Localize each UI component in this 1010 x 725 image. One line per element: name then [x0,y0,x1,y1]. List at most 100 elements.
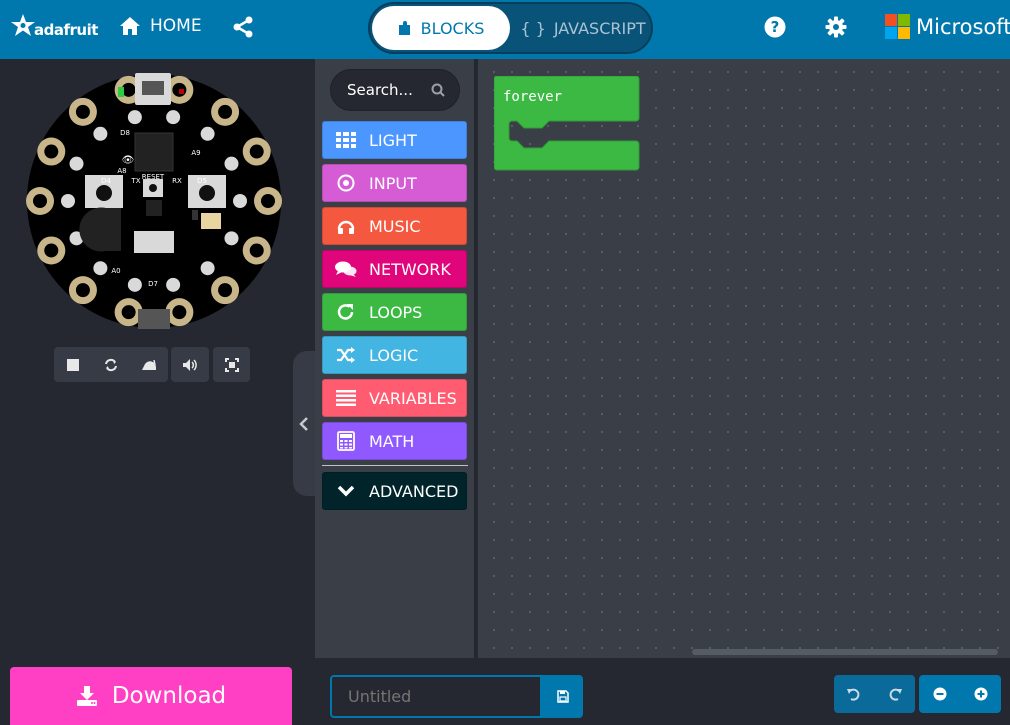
forever-block[interactable]: forever [493,75,640,175]
fullscreen-icon [224,357,239,372]
board-neopixel[interactable] [69,156,84,171]
simulator-panel: 👁 D8 A9 A8 D4 TX RESET RX D5 A0 D7 [0,59,315,658]
headphones-icon [323,218,369,234]
category-label: LOOPS [369,302,423,322]
adafruit-logo[interactable]: adafruit [10,13,98,39]
category-input[interactable]: INPUT [322,164,467,202]
category-label: LOGIC [369,345,419,365]
category-label: MATH [369,431,415,451]
mute-group [171,347,209,382]
board-pad-hole [249,243,264,258]
tab-javascript[interactable]: { } JAVASCRIPT [518,6,648,50]
calculator-icon [323,431,369,451]
home-button[interactable]: HOME [119,16,202,36]
category-loops[interactable]: LOOPS [322,293,467,331]
board-neopixel[interactable] [200,261,215,276]
workspace-horizontal-scrollbar[interactable] [692,649,998,655]
share-button[interactable] [232,16,254,42]
board-pad-hole [75,283,90,298]
category-math[interactable]: MATH [322,422,467,460]
search-input[interactable]: Search... [330,69,460,111]
board-neopixel[interactable] [61,194,75,208]
board-pad-hole [172,305,187,320]
speaker-icon [183,358,197,371]
board-neopixel[interactable] [166,110,181,125]
board-pad-hole [44,243,59,258]
stop-icon [67,358,79,371]
board-neopixel[interactable] [93,126,108,141]
editor-toggle: BLOCKS { } JAVASCRIPT [368,2,653,54]
board-neopixel[interactable] [127,277,142,292]
mute-button[interactable] [171,347,209,382]
category-label: VARIABLES [369,388,457,408]
category-music[interactable]: MUSIC [322,207,467,245]
board-pad-hole [33,194,47,208]
board-pad-hole [218,104,233,119]
board-neopixel[interactable] [200,126,215,141]
restart-icon [105,358,117,371]
fullscreen-button[interactable] [213,347,250,382]
category-light[interactable]: LIGHT [322,121,467,159]
category-label: ADVANCED [369,481,459,501]
blocks-workspace[interactable]: forever [478,59,1010,658]
category-variables[interactable]: VARIABLES [322,379,467,417]
microsoft-squares-icon [885,14,910,39]
forever-block-label: forever [503,89,563,105]
settings-button[interactable] [825,16,847,42]
category-advanced[interactable]: ADVANCED [322,472,467,510]
toolbox-palette: Search... LIGHT INPUT MUSIC NETWORK LOOPS LOG… [315,59,476,658]
help-icon: ? [764,16,786,38]
save-button[interactable] [542,675,583,718]
refresh-icon [323,303,369,321]
adafruit-flower-icon [11,14,35,36]
undo-redo-group [834,675,915,713]
target-icon [323,174,369,192]
collapse-simulator-button[interactable] [293,351,315,496]
palette-divider [322,465,468,466]
category-label: NETWORK [369,259,451,279]
category-logic[interactable]: LOGIC [322,336,467,374]
slow-mo-button[interactable] [130,347,168,382]
grid-icon [323,132,369,148]
board-neopixel[interactable] [224,231,239,246]
stop-button[interactable] [54,347,92,382]
snail-icon [142,359,156,370]
svg-text:A9: A9 [191,149,200,157]
home-label: HOME [150,16,202,36]
braces-icon: { } [520,18,546,38]
microsoft-label: Microsoft [916,14,1010,39]
board-neopixel[interactable] [233,194,247,208]
zoom-group [919,675,1001,713]
category-label: LIGHT [369,130,417,150]
download-icon [76,686,97,706]
category-label: INPUT [369,173,417,193]
category-network[interactable]: NETWORK [322,250,467,288]
svg-text:TX: TX [130,177,140,185]
help-button[interactable]: ? [764,16,786,42]
redo-button[interactable] [875,675,916,713]
list-icon [323,390,369,406]
board-neopixel[interactable] [224,156,239,171]
board-neopixel[interactable] [93,261,108,276]
svg-text:D7: D7 [148,280,158,288]
zoom-out-button[interactable] [919,675,960,713]
tab-javascript-label: JAVASCRIPT [553,18,646,38]
circuit-playground-board[interactable]: 👁 D8 A9 A8 D4 TX RESET RX D5 A0 D7 [26,73,282,329]
svg-text:D5: D5 [197,177,207,185]
project-name-input[interactable] [330,675,542,718]
undo-button[interactable] [834,675,875,713]
home-icon [120,17,140,35]
share-icon [233,16,253,38]
board-pad-hole [44,144,59,159]
svg-text:A8: A8 [117,167,126,175]
restart-button[interactable] [92,347,130,382]
tab-blocks-label: BLOCKS [420,18,485,38]
shuffle-icon [323,347,369,363]
tab-blocks[interactable]: BLOCKS [372,6,510,50]
board-pad-hole [218,283,233,298]
board-neopixel[interactable] [127,110,142,125]
zoom-in-button[interactable] [960,675,1001,713]
board-neopixel[interactable] [166,277,181,292]
microsoft-logo[interactable]: Microsoft [885,14,1010,39]
download-button[interactable]: Download [10,667,292,725]
